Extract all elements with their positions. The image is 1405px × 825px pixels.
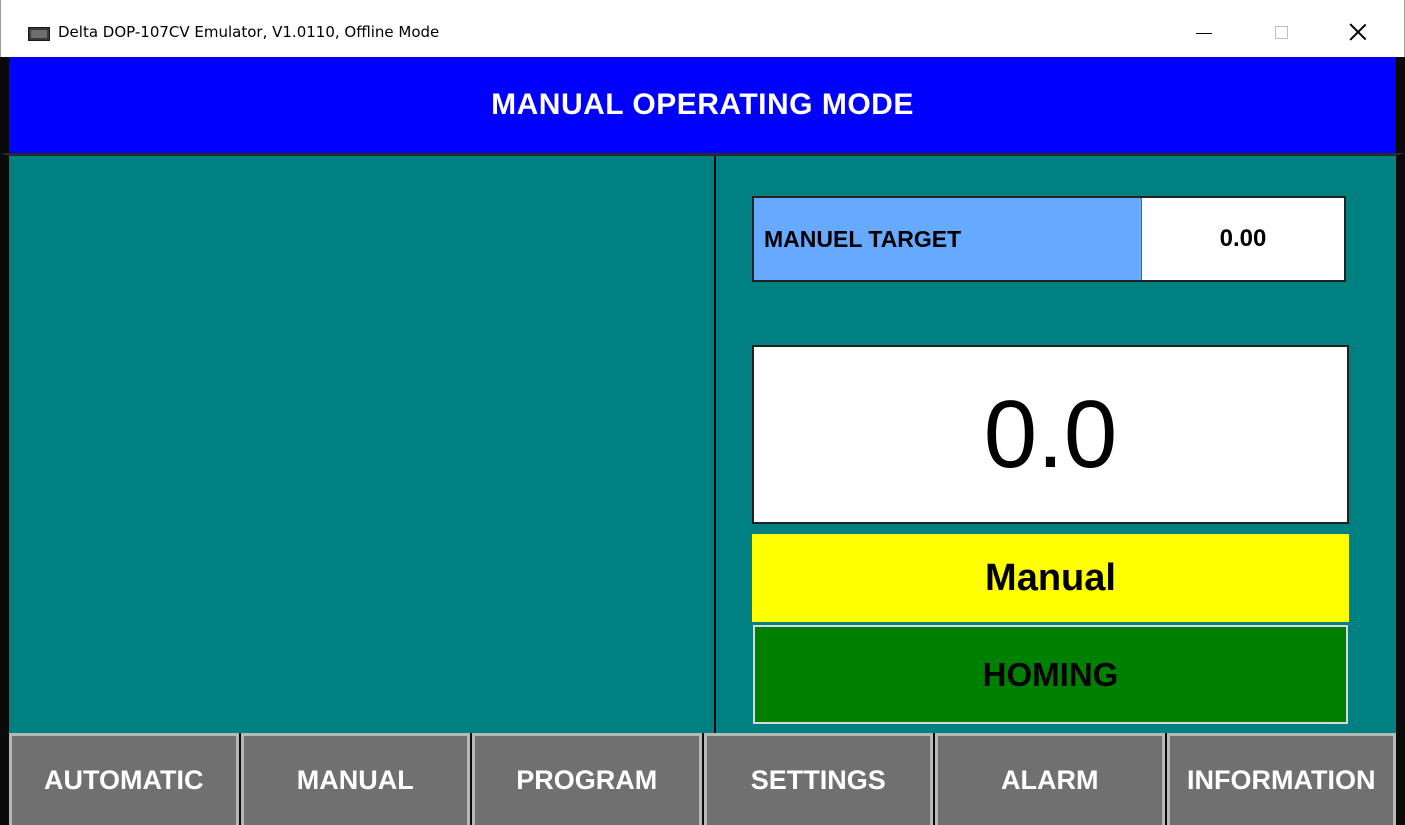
nav-alarm-button[interactable]: ALARM bbox=[935, 733, 1165, 825]
nav-program-button[interactable]: PROGRAM bbox=[472, 733, 702, 825]
manual-target-input[interactable]: 0.00 bbox=[1142, 198, 1344, 280]
nav-settings-button[interactable]: SETTINGS bbox=[703, 733, 933, 825]
homing-button[interactable]: HOMING bbox=[753, 625, 1348, 724]
minimize-icon bbox=[1196, 32, 1212, 34]
manual-target-box: MANUEL TARGET 0.00 bbox=[752, 196, 1346, 282]
maximize-button[interactable] bbox=[1258, 12, 1304, 52]
main-panel: MANUEL TARGET 0.00 0.0 Manual HOMING bbox=[0, 153, 1405, 733]
nav-automatic-button[interactable]: AUTOMATIC bbox=[9, 733, 239, 825]
nav-manual-button[interactable]: MANUAL bbox=[240, 733, 470, 825]
bottom-nav: AUTOMATIC MANUAL PROGRAM SETTINGS ALARM … bbox=[0, 733, 1405, 825]
panel-divider bbox=[714, 156, 716, 733]
window-titlebar: Delta DOP-107CV Emulator, V1.0110, Offli… bbox=[0, 0, 1405, 57]
hmi-header: MANUAL OPERATING MODE bbox=[0, 57, 1405, 153]
window-title: Delta DOP-107CV Emulator, V1.0110, Offli… bbox=[58, 23, 440, 41]
current-value-display: 0.0 bbox=[752, 345, 1349, 524]
minimize-button[interactable] bbox=[1181, 12, 1227, 52]
mode-indicator: Manual bbox=[752, 534, 1349, 622]
manual-target-label: MANUEL TARGET bbox=[754, 198, 1142, 280]
monitor-icon bbox=[28, 27, 50, 41]
page-title: MANUAL OPERATING MODE bbox=[491, 88, 914, 121]
maximize-icon bbox=[1274, 25, 1288, 39]
close-icon bbox=[1349, 23, 1367, 41]
nav-information-button[interactable]: INFORMATION bbox=[1166, 733, 1396, 825]
close-button[interactable] bbox=[1335, 12, 1381, 52]
